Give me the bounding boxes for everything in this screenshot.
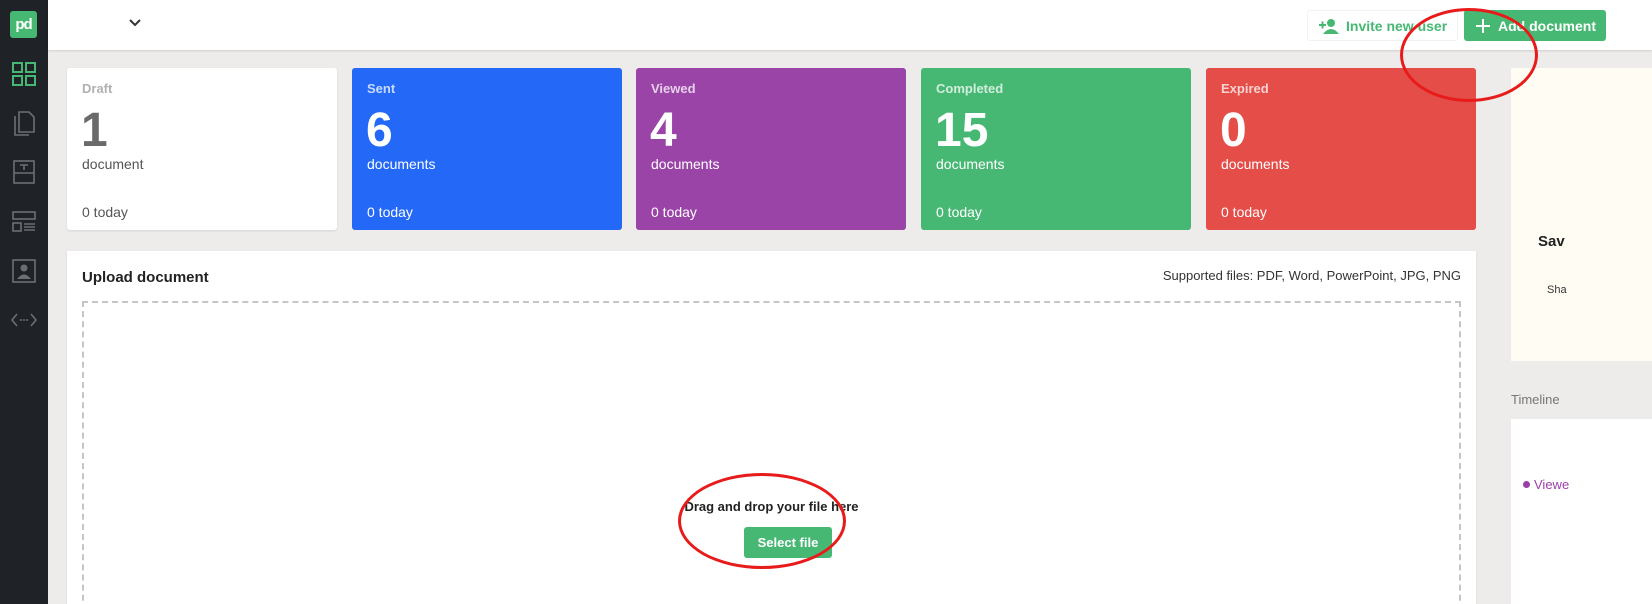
chevron-down-icon (129, 19, 141, 27)
plus-icon (1476, 18, 1490, 33)
stat-today: 0 today (367, 204, 413, 220)
stat-today: 0 today (936, 204, 982, 220)
stat-label: Sent (367, 81, 396, 96)
timeline-heading: Timeline (1511, 392, 1560, 407)
left-sidebar: pd (0, 0, 48, 604)
stat-today: 0 today (651, 204, 697, 220)
integrations-code-icon (11, 313, 37, 327)
promo-subtitle: Sha (1547, 284, 1567, 296)
invite-user-label: Invite new user (1346, 17, 1448, 34)
file-dropzone[interactable]: Drag and drop your file here Select file (82, 301, 1461, 604)
invite-user-button[interactable]: Invite new user (1307, 10, 1459, 41)
promo-card: Sav Sha (1511, 68, 1652, 361)
stat-today: 0 today (82, 204, 128, 220)
stat-label: Viewed (651, 81, 696, 96)
add-document-label: Add document (1498, 17, 1596, 34)
stat-label: Expired (1221, 81, 1269, 96)
stat-unit: documents (367, 156, 436, 172)
stat-card-viewed[interactable]: Viewed 4 documents 0 today (636, 68, 906, 230)
stat-today: 0 today (1221, 204, 1267, 220)
contacts-icon (12, 259, 36, 283)
sidebar-item-dashboard[interactable] (10, 60, 38, 88)
select-file-button[interactable]: Select file (744, 527, 832, 558)
upload-panel: Upload document Supported files: PDF, Wo… (67, 251, 1476, 604)
stat-count: 4 (650, 104, 677, 157)
stat-count: 1 (81, 104, 108, 157)
templates-icon (13, 160, 35, 184)
dashboard-grid-icon (12, 62, 36, 86)
sidebar-item-documents[interactable] (10, 109, 38, 137)
stat-card-draft[interactable]: Draft 1 document 0 today (67, 68, 337, 230)
add-user-icon (1319, 18, 1339, 34)
catalog-icon (12, 211, 36, 232)
stat-card-expired[interactable]: Expired 0 documents 0 today (1206, 68, 1476, 230)
timeline-item[interactable]: Viewe (1511, 419, 1652, 604)
pandadoc-logo[interactable]: pd (10, 11, 37, 38)
stat-unit: documents (651, 156, 720, 172)
stat-card-completed[interactable]: Completed 15 documents 0 today (921, 68, 1191, 230)
sidebar-item-contacts[interactable] (10, 257, 38, 285)
documents-icon (14, 111, 35, 136)
stat-count: 15 (935, 104, 989, 157)
stat-count: 0 (1220, 104, 1247, 157)
stat-unit: document (82, 156, 144, 172)
upload-title: Upload document (82, 269, 209, 286)
timeline-status: Viewe (1523, 477, 1569, 492)
promo-title: Sav (1538, 233, 1565, 250)
stat-card-sent[interactable]: Sent 6 documents 0 today (352, 68, 622, 230)
timeline-status-label: Viewe (1534, 477, 1570, 492)
status-dot-icon (1523, 481, 1530, 488)
stat-count: 6 (366, 104, 393, 157)
stat-label: Completed (936, 81, 1004, 96)
sidebar-item-templates[interactable] (10, 158, 38, 186)
stat-unit: documents (1221, 156, 1290, 172)
top-bar: Invite new user Add document (48, 0, 1652, 50)
workspace-switcher[interactable] (68, 15, 142, 31)
stat-unit: documents (936, 156, 1005, 172)
stat-label: Draft (82, 81, 113, 96)
add-document-button[interactable]: Add document (1464, 10, 1606, 41)
sidebar-item-catalog[interactable] (10, 207, 38, 235)
workspace-name (68, 15, 128, 31)
drop-instructions: Drag and drop your file here (684, 499, 859, 514)
supported-files-text: Supported files: PDF, Word, PowerPoint, … (1162, 268, 1461, 283)
sidebar-item-integrations[interactable] (10, 306, 38, 334)
